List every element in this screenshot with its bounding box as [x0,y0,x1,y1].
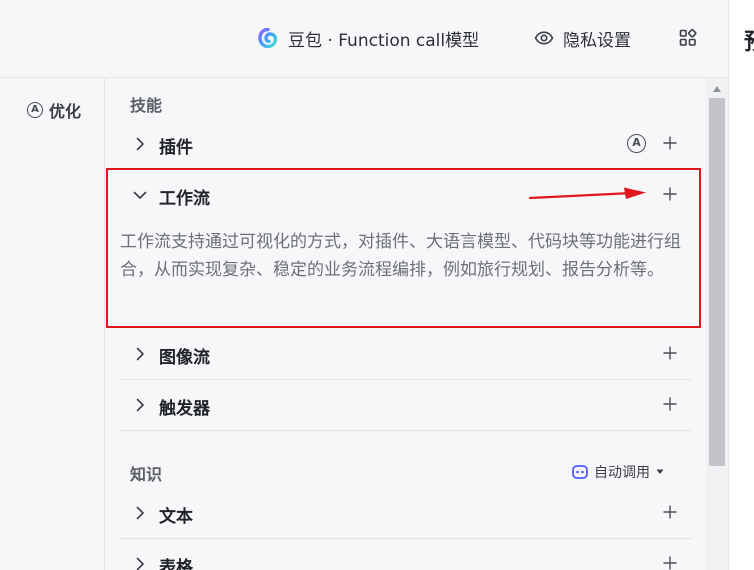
plus-icon[interactable] [662,555,678,570]
privacy-label: 隐私设置 [563,30,631,51]
left-column: A 优化 [0,78,105,570]
annotation-arrow [528,187,646,200]
plus-icon[interactable] [662,135,678,151]
right-pane-title-fragment: 预 [744,24,754,56]
chevron-right-icon [136,137,144,151]
knowledge-section-title: 知识 [130,465,163,484]
optimize-label: 优化 [49,102,82,121]
skill-row-triggers[interactable]: 触发器 [120,381,692,431]
chevron-right-icon [136,506,144,520]
doubao-logo-icon [258,28,278,48]
panel-scrollbar[interactable] [706,78,728,570]
model-selector[interactable]: 豆包 · Function call模型 [258,24,479,52]
auto-call-dropdown[interactable]: 自动调用 [572,462,664,482]
knowledge-label: 文本 [159,507,193,527]
knowledge-row-text[interactable]: 文本 [120,489,692,539]
auto-a-icon: A [27,102,43,118]
plus-icon[interactable] [662,186,678,202]
chevron-right-icon [136,398,144,412]
auto-a-icon[interactable]: A [627,134,646,153]
skill-label: 插件 [159,138,193,158]
plus-icon[interactable] [662,504,678,520]
optimize-button[interactable]: A 优化 [27,98,81,122]
knowledge-row-table[interactable]: 表格 [120,540,692,570]
skills-section-title: 技能 [130,96,163,115]
skill-label: 触发器 [159,399,210,419]
plus-icon[interactable] [662,396,678,412]
auto-call-label: 自动调用 [594,465,650,481]
model-label: 豆包 · Function call模型 [288,30,480,51]
chevron-right-icon [136,557,144,570]
apps-grid-icon[interactable] [678,28,698,48]
right-pane-edge [728,0,754,570]
knowledge-label: 表格 [159,558,193,570]
skill-row-plugins[interactable]: 插件 A [120,120,692,170]
top-bar: 豆包 · Function call模型 隐私设置 [0,0,728,78]
skill-row-imageflow[interactable]: 图像流 [120,330,692,380]
skill-label: 图像流 [159,348,210,368]
chevron-down-icon [133,191,147,199]
eye-icon [534,31,554,45]
chevron-right-icon [136,347,144,361]
plus-icon[interactable] [662,345,678,361]
scroll-up-arrow-icon[interactable] [713,86,721,92]
workflow-description: 工作流支持通过可视化的方式，对插件、大语言模型、代码块等功能进行组合，从而实现复… [120,232,681,280]
bot-icon [572,465,588,479]
app-window: 豆包 · Function call模型 隐私设置 预 A 优化 技能 [0,0,754,570]
privacy-settings-button[interactable]: 隐私设置 [534,24,631,52]
scrollbar-thumb[interactable] [709,98,725,466]
caret-down-icon [656,469,664,474]
skill-label: 工作流 [159,189,210,209]
skills-config-panel: 技能 插件 A 工作流 工作流支持通过可视化的方式，对插件、大语言模型、代码块等… [106,78,706,570]
